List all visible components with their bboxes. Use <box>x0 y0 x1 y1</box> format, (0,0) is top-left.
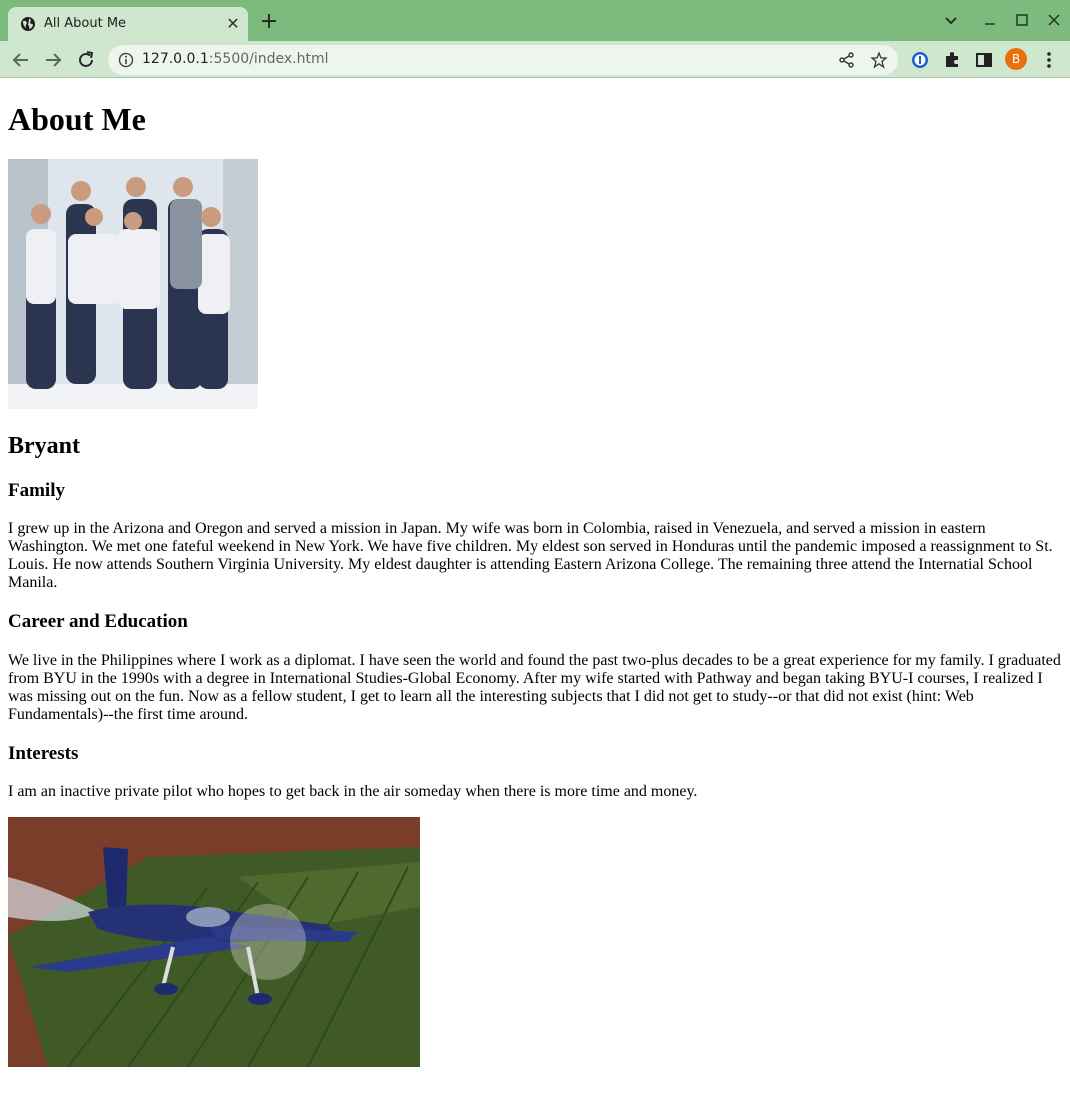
back-arrow-icon[interactable] <box>8 47 34 73</box>
career-heading: Career and Education <box>8 611 188 632</box>
url-path: :5500/index.html <box>208 51 329 67</box>
password-manager-icon[interactable] <box>907 47 933 73</box>
family-photo <box>8 159 258 409</box>
tab-strip: All About Me ✕ + <box>0 0 1070 41</box>
forward-arrow-icon[interactable] <box>40 47 66 73</box>
browser-toolbar: 127.0.0.1:5500/index.html B <box>0 41 1070 78</box>
globe-icon <box>21 17 35 31</box>
page-title: About Me <box>8 101 146 137</box>
airplane-photo <box>8 817 420 1067</box>
tab-close-icon[interactable]: ✕ <box>224 15 242 33</box>
person-name: Bryant <box>8 433 80 459</box>
career-paragraph: We live in the Philippines where I work … <box>8 652 1061 723</box>
new-tab-button[interactable]: + <box>258 11 280 33</box>
reload-icon[interactable] <box>73 47 99 73</box>
profile-avatar[interactable]: B <box>1005 48 1027 70</box>
more-menu-icon[interactable] <box>1036 47 1062 73</box>
maximize-icon[interactable] <box>1011 9 1033 31</box>
close-window-icon[interactable] <box>1043 9 1065 31</box>
url-host: 127.0.0.1 <box>142 51 209 67</box>
interests-paragraph: I am an inactive private pilot who hopes… <box>8 783 698 800</box>
address-bar[interactable]: 127.0.0.1:5500/index.html <box>108 45 898 75</box>
tab-search-icon[interactable] <box>940 9 962 31</box>
browser-tab[interactable]: All About Me ✕ <box>8 7 248 41</box>
interests-heading: Interests <box>8 743 79 764</box>
family-paragraph: I grew up in the Arizona and Oregon and … <box>8 520 1053 591</box>
share-icon[interactable] <box>838 51 856 69</box>
url-text[interactable]: 127.0.0.1:5500/index.html <box>142 51 329 67</box>
family-heading: Family <box>8 480 65 501</box>
side-panel-icon[interactable] <box>971 47 997 73</box>
tab-title: All About Me <box>44 16 127 31</box>
minimize-icon[interactable] <box>979 9 1001 31</box>
extensions-puzzle-icon[interactable] <box>939 47 965 73</box>
bookmark-star-icon[interactable] <box>870 51 888 69</box>
site-info-icon[interactable] <box>118 52 134 68</box>
